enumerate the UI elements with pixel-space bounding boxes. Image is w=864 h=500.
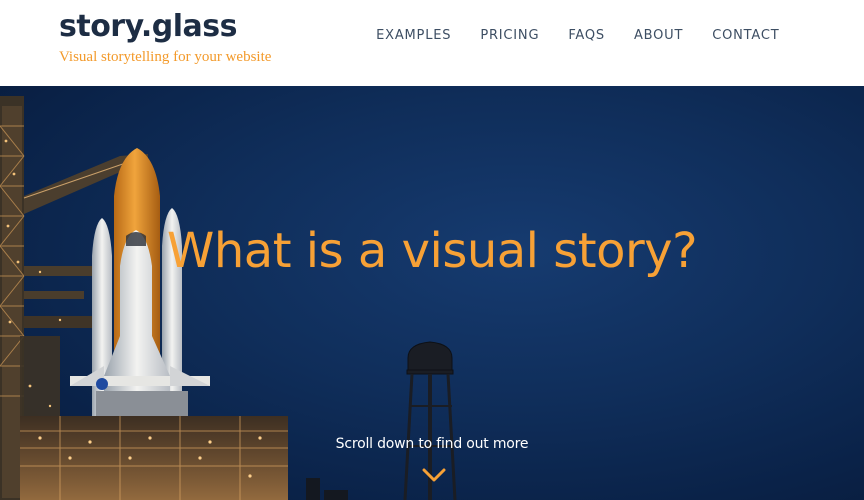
scroll-hint: Scroll down to find out more	[335, 436, 529, 452]
nav-pricing[interactable]: PRICING	[466, 27, 554, 45]
hero-section: What is a visual story? Scroll down to f…	[0, 86, 864, 500]
nav-about[interactable]: ABOUT	[619, 27, 697, 45]
space-shuttle	[70, 148, 210, 416]
site-header: story.glass Visual storytelling for your…	[0, 0, 864, 86]
distant-structure	[306, 478, 348, 500]
nav-contact[interactable]: CONTACT	[698, 27, 794, 45]
hero-heading: What is a visual story?	[166, 223, 698, 279]
launch-platform	[20, 416, 288, 500]
chevron-down-icon[interactable]	[422, 468, 446, 484]
main-nav: EXAMPLES PRICING FAQS ABOUT CONTACT	[362, 27, 794, 45]
nav-faqs[interactable]: FAQS	[554, 27, 620, 45]
nav-examples[interactable]: EXAMPLES	[362, 27, 466, 45]
brand[interactable]: story.glass Visual storytelling for your…	[59, 8, 271, 66]
site-tagline: Visual storytelling for your website	[59, 49, 272, 65]
site-title[interactable]: story.glass	[59, 8, 271, 46]
